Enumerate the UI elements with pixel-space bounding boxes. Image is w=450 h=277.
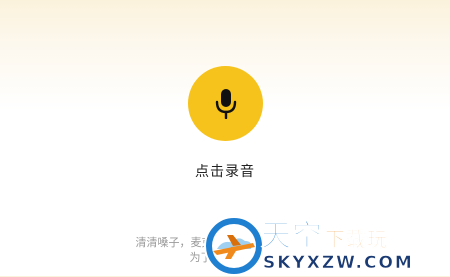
- watermark-title: 天空 下载玩: [261, 211, 388, 255]
- record-label: 点击录音: [195, 164, 255, 180]
- watermark-title-large: 天空: [261, 219, 323, 255]
- record-button[interactable]: [188, 66, 263, 141]
- airplane-logo-icon: [204, 216, 264, 276]
- watermark-title-small: 下载玩: [325, 227, 388, 252]
- watermark-domain: SKYXZW.COM: [263, 253, 414, 274]
- site-watermark: 天空 下载玩 SKYXZW.COM: [203, 213, 450, 276]
- microphone-icon: [215, 88, 236, 119]
